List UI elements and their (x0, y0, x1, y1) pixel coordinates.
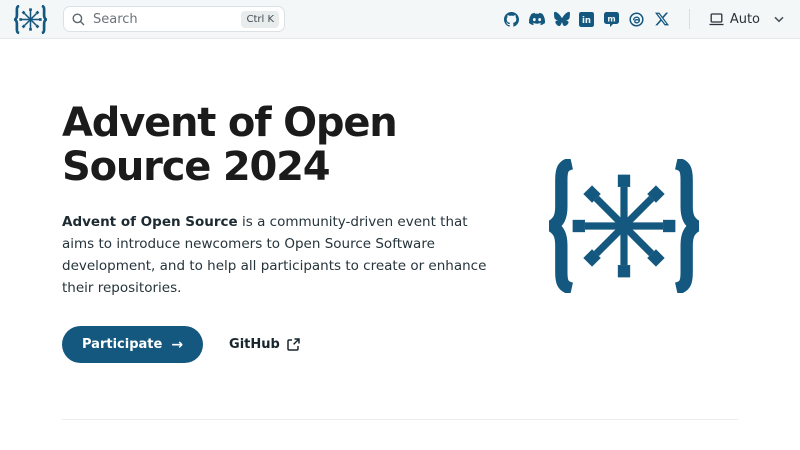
social-link-x[interactable] (654, 11, 670, 27)
search-icon (72, 13, 85, 26)
hero-description-bold: Advent of Open Source (62, 214, 238, 230)
bluesky-icon (554, 11, 570, 27)
page-title: Advent of Open Source 2024 (62, 101, 482, 189)
x-icon (655, 12, 669, 26)
advent-of-open-source-logo-icon (14, 5, 47, 34)
social-link-discord[interactable] (529, 11, 545, 27)
mastodon-icon: m (604, 12, 619, 27)
social-link-github[interactable] (504, 11, 520, 27)
svg-text:in: in (582, 16, 591, 26)
github-link-label: GitHub (229, 337, 280, 352)
section-divider (62, 419, 738, 420)
arrow-right-icon: → (171, 338, 183, 352)
theme-switcher[interactable]: Auto (707, 10, 786, 29)
advent-of-open-source-logo-large (549, 159, 699, 293)
site-logo[interactable] (14, 5, 47, 34)
discord-icon (529, 11, 545, 27)
header-divider (689, 9, 690, 29)
social-link-linkedin[interactable]: in (579, 11, 595, 27)
social-link-threads[interactable] (629, 11, 645, 27)
header-right: in m Auto (504, 9, 786, 29)
threads-icon (629, 12, 644, 27)
linkedin-icon: in (579, 12, 594, 27)
participate-button-label: Participate (82, 337, 162, 352)
search-box[interactable]: Ctrl K (63, 6, 285, 32)
search-input[interactable] (91, 11, 235, 28)
theme-switcher-label: Auto (730, 12, 760, 27)
github-link[interactable]: GitHub (229, 337, 300, 352)
social-link-bluesky[interactable] (554, 11, 570, 27)
hero-content: Advent of Open Source 2024 Advent of Ope… (62, 39, 510, 363)
search-shortcut-badge: Ctrl K (241, 11, 279, 28)
github-icon (504, 12, 519, 27)
hero-description: Advent of Open Source is a community-dri… (62, 211, 492, 299)
site-header: Ctrl K in m (0, 0, 800, 39)
external-link-icon (287, 338, 300, 351)
participate-button[interactable]: Participate → (62, 326, 203, 363)
hero-actions: Participate → GitHub (62, 326, 510, 363)
chevron-down-icon (774, 16, 784, 23)
social-link-mastodon[interactable]: m (604, 11, 620, 27)
svg-text:m: m (608, 14, 616, 23)
hero-logo-area (510, 39, 738, 363)
hero-section: Advent of Open Source 2024 Advent of Ope… (0, 39, 800, 363)
system-theme-icon (709, 13, 724, 26)
